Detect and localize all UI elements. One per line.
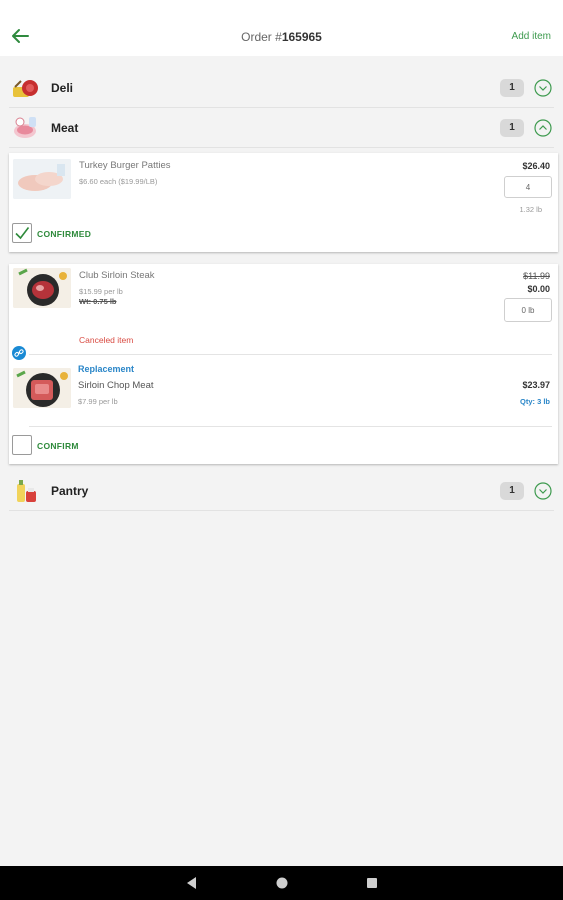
order-item-card: Turkey Burger Patties $6.60 each ($19.99…	[9, 153, 558, 252]
replacement-name: Sirloin Chop Meat	[78, 380, 154, 391]
item-price: $26.40	[522, 161, 550, 171]
product-image	[13, 159, 71, 199]
checkmark-icon	[15, 227, 30, 240]
category-meat[interactable]: Meat 1	[9, 108, 554, 148]
confirm-checkbox[interactable]	[12, 223, 32, 243]
category-deli[interactable]: Deli 1	[9, 68, 554, 108]
nav-back-icon[interactable]	[185, 876, 197, 890]
add-item-button[interactable]: Add item	[512, 31, 551, 42]
item-name: Turkey Burger Patties	[79, 160, 171, 171]
sirloin-steak-image	[13, 268, 71, 308]
deli-icon	[13, 79, 38, 97]
title-prefix: Order #	[241, 30, 282, 44]
quantity-input[interactable]: 4	[504, 176, 552, 198]
category-name: Deli	[51, 80, 74, 95]
divider	[29, 354, 552, 355]
weight-input[interactable]: 0 lb	[504, 298, 552, 322]
page-title: Order #165965	[0, 30, 563, 44]
replacement-unit-price: $7.99 per lb	[78, 397, 118, 406]
category-name: Meat	[51, 120, 79, 135]
item-price: $0.00	[527, 284, 550, 294]
item-name: Club Sirloin Steak	[79, 270, 155, 281]
category-name: Pantry	[51, 483, 89, 498]
item-weight: 1.32 lb	[519, 205, 542, 214]
order-item-card: Club Sirloin Steak $15.99 per lb Wt: 0.7…	[9, 264, 558, 464]
link-badge	[12, 346, 26, 360]
confirm-checkbox[interactable]	[12, 435, 32, 455]
product-image	[13, 268, 71, 308]
item-weight-note: Wt: 0.75 lb	[79, 297, 117, 306]
divider	[29, 426, 552, 427]
chop-meat-image	[13, 368, 71, 408]
order-number: 165965	[281, 30, 322, 44]
meat-icon	[14, 116, 36, 138]
replacement-product-image	[13, 368, 71, 408]
replacement-label: Replacement	[78, 364, 135, 374]
turkey-patties-image	[13, 159, 71, 199]
chevron-down-icon[interactable]	[534, 78, 552, 97]
system-navigation-bar	[0, 866, 563, 900]
replacement-qty[interactable]: Qty: 3 lb	[520, 397, 550, 406]
canceled-note: Canceled item	[79, 335, 134, 345]
category-pantry[interactable]: Pantry 1	[9, 471, 554, 511]
status-label: CONFIRMED	[37, 229, 92, 239]
top-app-bar: Order #165965 Add item	[0, 0, 563, 56]
nav-home-icon[interactable]	[275, 876, 289, 890]
chevron-up-icon[interactable]	[534, 118, 552, 137]
category-count-badge: 1	[500, 118, 524, 137]
link-icon	[14, 349, 24, 357]
item-old-price: $11.99	[523, 271, 550, 281]
item-unit-price: $6.60 each ($19.99/LB)	[79, 177, 158, 186]
pantry-icon	[17, 479, 36, 502]
confirm-label: CONFIRM	[37, 441, 79, 451]
nav-recents-icon[interactable]	[366, 876, 378, 890]
item-unit-price: $15.99 per lb	[79, 287, 123, 296]
replacement-price: $23.97	[522, 380, 550, 390]
category-count-badge: 1	[500, 78, 524, 97]
chevron-down-icon[interactable]	[534, 481, 552, 500]
category-count-badge: 1	[500, 481, 524, 500]
